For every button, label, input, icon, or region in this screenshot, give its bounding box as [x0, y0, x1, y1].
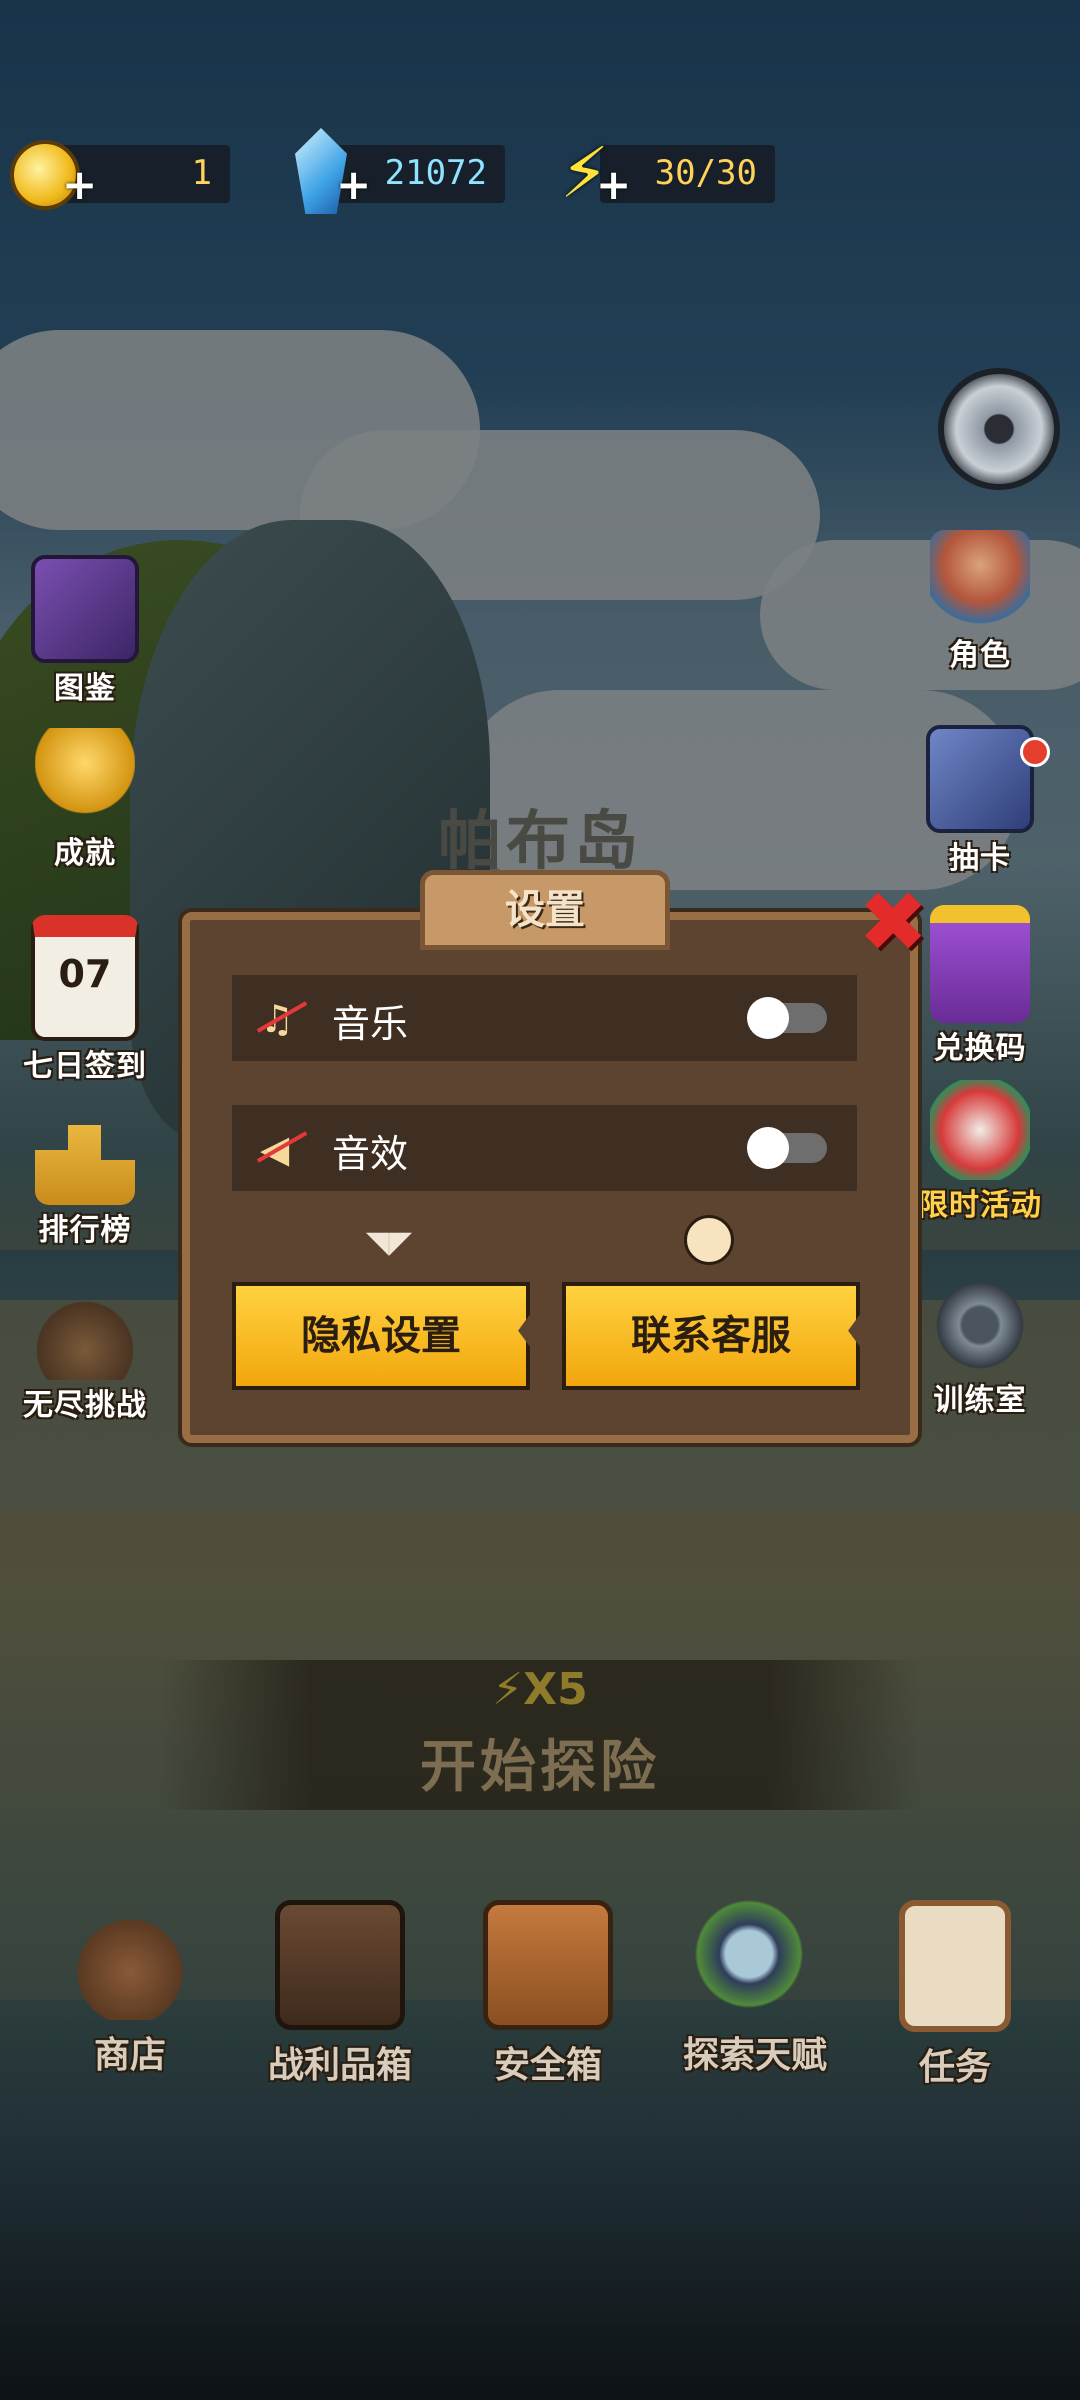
mask-icon: ◥◤ — [365, 1225, 413, 1260]
menu-label: 图鉴 — [54, 671, 116, 706]
privacy-settings-button[interactable]: 隐私设置 — [232, 1282, 530, 1390]
nav-label: 商店 — [93, 2035, 166, 2076]
podium-icon — [35, 1125, 135, 1205]
toggle-knob — [747, 997, 789, 1039]
nav-loot-box[interactable]: 战利品箱 — [240, 1900, 440, 2088]
menu-label: 训练室 — [933, 1383, 1027, 1418]
settings-gear-icon[interactable] — [938, 368, 1060, 490]
menu-label: 限时活动 — [918, 1188, 1042, 1223]
character-icon — [930, 530, 1030, 630]
settings-title: 设置 — [505, 887, 585, 933]
menu-label: 无尽挑战 — [23, 1388, 147, 1423]
menu-item-collection[interactable]: 图鉴 — [15, 555, 155, 707]
music-label: 音乐 — [332, 1002, 409, 1046]
nav-tasks[interactable]: 任务 — [855, 1900, 1055, 2090]
gold-value: 1 — [191, 153, 212, 193]
contact-support-button[interactable]: 联系客服 — [562, 1282, 860, 1390]
menu-item-redeem-code[interactable]: 兑换码 — [910, 905, 1050, 1067]
toggle-knob — [747, 1127, 789, 1169]
training-tire-icon — [930, 1275, 1030, 1375]
menu-item-character[interactable]: 角色 — [910, 530, 1050, 674]
menu-label: 兑换码 — [933, 1031, 1027, 1066]
music-setting-row: ♫ 音乐 — [232, 975, 857, 1061]
clipboard-icon — [899, 1900, 1011, 2032]
plus-icon[interactable]: + — [62, 160, 97, 209]
book-icon — [31, 555, 139, 663]
axe-stump-icon — [35, 1280, 135, 1380]
support-button-label: 联系客服 — [631, 1313, 791, 1359]
menu-label: 排行榜 — [38, 1213, 132, 1248]
energy-cost: ⚡X5 — [160, 1664, 920, 1715]
settings-title-tab: 设置 — [420, 870, 670, 950]
shop-bag-icon — [70, 1900, 190, 2020]
nav-explore-talent[interactable]: 探索天赋 — [655, 1900, 855, 2078]
nav-label: 战利品箱 — [267, 2045, 412, 2086]
music-toggle[interactable] — [747, 997, 827, 1039]
notification-dot — [1020, 737, 1050, 767]
plus-icon[interactable]: + — [596, 160, 631, 209]
sfx-label: 音效 — [332, 1132, 409, 1176]
nav-label: 安全箱 — [493, 2045, 602, 2086]
lightning-icon: ⚡ — [492, 1664, 524, 1715]
calendar-icon: 07 — [31, 915, 139, 1041]
start-label: 开始探险 — [420, 1735, 660, 1800]
gift-icon — [930, 905, 1030, 1023]
close-icon[interactable]: ✖ — [858, 880, 928, 964]
lion-dance-icon — [930, 1080, 1030, 1180]
magnifier-icon — [695, 1900, 815, 2020]
nav-label: 任务 — [918, 2047, 991, 2088]
menu-item-daily-checkin[interactable]: 07 七日签到 — [15, 915, 155, 1085]
customer-service-icon — [684, 1215, 734, 1265]
energy-value: 30/30 — [654, 153, 757, 193]
menu-item-endless-challenge[interactable]: 无尽挑战 — [15, 1280, 155, 1424]
menu-item-limited-event[interactable]: 限时活动 — [905, 1080, 1055, 1224]
menu-label: 七日签到 — [23, 1049, 147, 1084]
nav-label: 探索天赋 — [682, 2035, 827, 2076]
nav-safe-box[interactable]: 安全箱 — [448, 1900, 648, 2088]
menu-item-training-room[interactable]: 训练室 — [910, 1275, 1050, 1419]
energy-cost-value: X5 — [523, 1664, 588, 1715]
diamond-value: 21072 — [384, 153, 487, 193]
chest-icon — [275, 1900, 405, 2030]
sfx-setting-row: ◀ 音效 — [232, 1105, 857, 1191]
privacy-button-label: 隐私设置 — [301, 1313, 461, 1359]
menu-item-leaderboard[interactable]: 排行榜 — [15, 1105, 155, 1249]
sfx-toggle[interactable] — [747, 1127, 827, 1169]
suitcase-icon — [483, 1900, 613, 2030]
menu-label: 角色 — [949, 638, 1011, 673]
start-expedition-button[interactable]: ⚡X5 开始探险 — [160, 1660, 920, 1810]
settings-dialog: ♫ 音乐 ◀ 音效 ◥◤ 隐私设置 联系客服 — [182, 912, 918, 1443]
nav-shop[interactable]: 商店 — [30, 1900, 230, 2078]
island-title: 帕布岛 — [438, 805, 642, 879]
plus-icon[interactable]: + — [336, 160, 371, 209]
